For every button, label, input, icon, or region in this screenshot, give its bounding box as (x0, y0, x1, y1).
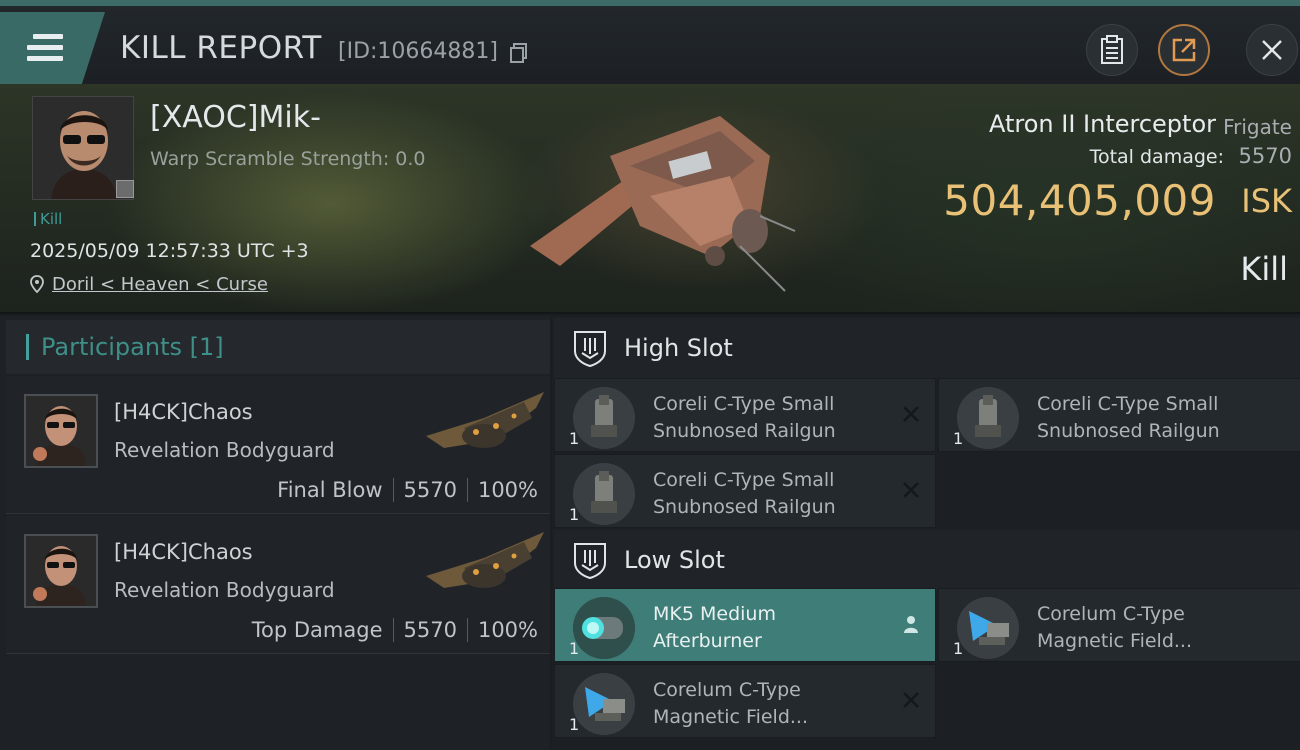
railgun-icon (957, 387, 1019, 449)
railgun-icon (573, 463, 635, 525)
module-quantity: 1 (569, 639, 580, 658)
destroyed-x-icon (903, 482, 919, 498)
module-quantity: 1 (569, 505, 580, 524)
module-quantity: 1 (953, 639, 964, 658)
module-quantity: 1 (569, 429, 580, 448)
participant-damage: 5570 (403, 618, 457, 642)
kill-tag: Kill (34, 210, 62, 228)
module-item[interactable]: 1 Coreli C-Type Small Snubnosed Railgun (554, 378, 936, 452)
close-icon (1262, 40, 1282, 60)
participant-stats: Top Damage 5570 100% (252, 618, 538, 642)
total-damage-value: 5570 (1238, 144, 1292, 168)
victim-name[interactable]: [XAOC]Mik- (150, 100, 321, 135)
victim-ship-name[interactable]: Atron II Interceptor (989, 110, 1216, 138)
top-bar: KILL REPORT [ID:10664881] (0, 0, 1300, 84)
kill-result: Kill (1240, 250, 1288, 288)
dropped-person-icon (904, 616, 918, 633)
participant-ship: Revelation Bodyguard (114, 438, 335, 462)
participant-portrait-icon (26, 536, 96, 606)
clipboard-icon (1101, 35, 1123, 64)
location-pin-icon (30, 275, 44, 293)
isk-value: 504,405,009 (943, 176, 1216, 225)
share-icon (1172, 38, 1196, 62)
kill-location[interactable]: Doril < Heaven < Curse (30, 274, 268, 295)
fitting-panel: High Slot 1 Coreli C-Type Small Snubnosed… (552, 316, 1300, 750)
participant-stats: Final Blow 5570 100% (277, 478, 538, 502)
share-button[interactable] (1158, 24, 1210, 76)
hamburger-icon (27, 34, 63, 62)
destroyed-x-icon (903, 692, 919, 708)
close-button[interactable] (1246, 24, 1298, 76)
page-title: KILL REPORT (120, 30, 322, 66)
participant-portrait-icon (26, 396, 96, 466)
report-id: [ID:10664881] (338, 39, 498, 64)
module-name: Coreli C-Type Small Snubnosed Railgun (653, 469, 836, 518)
module-item[interactable]: 1 Coreli C-Type Small Snubnosed Railgun (554, 454, 936, 528)
participants-title: Participants [1] (41, 333, 224, 361)
module-item[interactable]: 1 Corelum C-Type Magnetic Field... (554, 664, 936, 738)
participant-name[interactable]: [H4CK]Chaos (114, 400, 253, 424)
participant-percent: 100% (477, 618, 538, 642)
high-slot-header: High Slot (554, 318, 1300, 378)
afterburner-icon (573, 597, 635, 659)
module-quantity: 1 (953, 429, 964, 448)
destroyed-x-icon (903, 406, 919, 422)
copy-icon[interactable] (510, 43, 528, 63)
isk-unit: ISK (1241, 182, 1292, 220)
magnetic-field-icon (957, 597, 1019, 659)
participant-percent: 100% (477, 478, 538, 502)
participants-panel: Participants [1] [H4CK]Chaos Revelation … (0, 316, 550, 750)
high-slot-icon (574, 331, 606, 367)
low-slot-icon (574, 543, 606, 579)
railgun-icon (573, 387, 635, 449)
high-slot-label: High Slot (624, 334, 733, 362)
module-name: MK5 Medium Afterburner (653, 603, 776, 652)
victim-banner: [XAOC]Mik- Warp Scramble Strength: 0.0 K… (0, 84, 1300, 314)
low-slot-label: Low Slot (624, 546, 725, 574)
menu-button[interactable] (0, 12, 105, 84)
module-name: Corelum C-Type Magnetic Field... (1037, 603, 1193, 652)
location-link[interactable]: Doril < Heaven < Curse (52, 274, 268, 295)
participant-row[interactable]: [H4CK]Chaos Revelation Bodyguard Top Dam… (6, 516, 550, 654)
module-item[interactable]: 1 Coreli C-Type Small Snubnosed Railgun (938, 378, 1300, 452)
victim-ship-class: Frigate (1223, 115, 1292, 139)
participant-name[interactable]: [H4CK]Chaos (114, 540, 253, 564)
module-item[interactable]: 1 Corelum C-Type Magnetic Field... (938, 588, 1300, 662)
participant-ship: Revelation Bodyguard (114, 578, 335, 602)
module-item[interactable]: 1 MK5 Medium Afterburner (554, 588, 936, 662)
participants-header: Participants [1] (6, 320, 550, 374)
participant-role: Top Damage (251, 618, 383, 642)
module-name: Coreli C-Type Small Snubnosed Railgun (653, 393, 836, 442)
victim-ship-icon[interactable] (520, 96, 810, 296)
warp-scramble-strength: Warp Scramble Strength: 0.0 (150, 148, 426, 170)
total-damage-label: Total damage: (1089, 146, 1224, 168)
participant-avatar[interactable] (24, 394, 98, 468)
low-slot-header: Low Slot (554, 530, 1300, 590)
participant-role: Final Blow (277, 478, 383, 502)
module-name: Coreli C-Type Small Snubnosed Railgun (1037, 393, 1220, 442)
kill-tag-label: Kill (40, 210, 63, 228)
participant-ship-icon[interactable] (424, 528, 548, 608)
participant-damage: 5570 (403, 478, 457, 502)
participant-row[interactable]: [H4CK]Chaos Revelation Bodyguard Final B… (6, 376, 550, 514)
clipboard-button[interactable] (1086, 24, 1138, 76)
participant-ship-icon[interactable] (424, 388, 548, 468)
kill-datetime: 2025/05/09 12:57:33 UTC +3 (30, 240, 309, 262)
module-name: Corelum C-Type Magnetic Field... (653, 679, 809, 728)
corp-badge-icon (116, 180, 134, 198)
participant-avatar[interactable] (24, 534, 98, 608)
module-quantity: 1 (569, 715, 580, 734)
magnetic-field-icon (573, 673, 635, 735)
